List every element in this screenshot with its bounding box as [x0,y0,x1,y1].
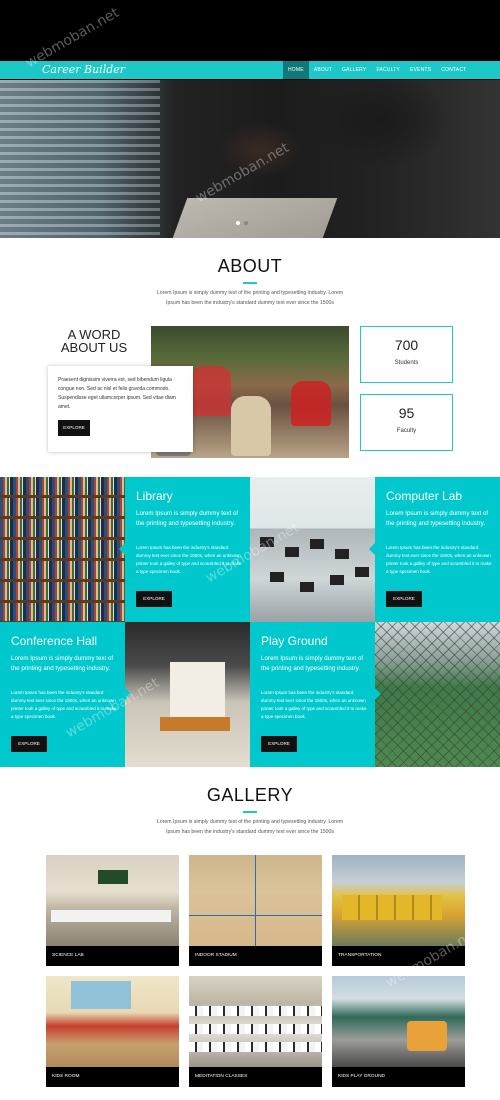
meditation-classes-image [189,976,322,1067]
indoor-stadium-image [189,855,322,946]
play-ground-title: Play Ground [261,634,328,648]
about-title: ABOUT [217,256,283,276]
library-explore-button[interactable]: EXPLORE [136,591,172,607]
library-image [0,477,125,622]
nav-home[interactable]: HOME [283,61,309,79]
science-lab-image [46,855,179,946]
library-body: Lorem Ipsum has been the industry's stan… [136,545,242,574]
gallery-caption: KIDS PLAY GROUND [332,1067,465,1087]
slider-dot-2[interactable] [244,221,248,225]
computer-lab-explore-button[interactable]: EXPLORE [386,591,422,607]
gallery-description: Lorem Ipsum is simply dummy text of the … [156,819,344,835]
gallery-caption: SCIENCE LAB [46,946,179,966]
conference-hall-lead: Lorem Ipsum is simply dummy text of the … [11,655,114,672]
computer-lab-card: Computer Lab Lorem Ipsum is simply dummy… [375,477,500,622]
kids-room-image [46,976,179,1067]
gallery-item-kids-room[interactable]: KIDS ROOM [46,976,179,1087]
brand-logo[interactable]: Career Builder [42,62,125,78]
computer-lab-arrow [369,543,375,555]
gallery-item-science-lab[interactable]: SCIENCE LAB [46,855,179,966]
word-about-us-title: A WORD ABOUT US [60,327,128,355]
nav-contact[interactable]: CONTACT [436,61,471,79]
play-ground-image [375,622,500,767]
about-explore-button[interactable]: EXPLORE [58,420,90,436]
stat-students-label: Students [394,360,419,366]
stat-faculty-label: Faculty [396,428,417,434]
computer-lab-title: Computer Lab [386,489,463,503]
stat-students: 700 Students [360,326,453,383]
gallery-item-meditation-classes[interactable]: MEDITATION CLASSES [189,976,322,1087]
conference-hall-explore-button[interactable]: EXPLORE [11,736,47,752]
conference-hall-body: Lorem Ipsum has been the industry's stan… [11,690,117,719]
hero-window-blinds [0,80,160,238]
gallery-caption: INDOOR STADIUM [189,946,322,966]
play-ground-card: Play Ground Lorem Ipsum is simply dummy … [250,622,375,767]
hero-banner [0,0,500,238]
gallery-title: GALLERY [206,785,294,805]
gallery-title-rule [243,811,257,813]
gallery-item-indoor-stadium[interactable]: INDOOR STADIUM [189,855,322,966]
stat-faculty: 95 Faculty [360,394,453,451]
conference-hall-arrow [125,688,131,700]
conference-hall-title: Conference Hall [11,634,98,648]
library-card: Library Lorem Ipsum is simply dummy text… [125,477,250,622]
stat-students-number: 700 [394,337,419,353]
computer-lab-image [250,477,375,622]
gallery-caption: MEDITATION CLASSES [189,1067,322,1087]
about-description: Lorem Ipsum is simply dummy text of the … [156,290,344,306]
slider-dot-1[interactable] [236,221,240,225]
computer-lab-body: Lorem Ipsum has been the industry's stan… [386,545,492,574]
nav-gallery[interactable]: GALLERY [337,61,371,79]
conference-hall-card: Conference Hall Lorem Ipsum is simply du… [0,622,125,767]
nav-about[interactable]: ABOUT [309,61,337,79]
gallery-caption: TRANSPORTATION [332,946,465,966]
play-ground-lead: Lorem Ipsum is simply dummy text of the … [261,655,364,672]
play-ground-arrow [375,688,381,700]
main-nav: HOME ABOUT GALLERY FACULTY EVENTS CONTAC… [283,61,471,79]
stat-faculty-number: 95 [398,405,415,421]
conference-hall-image [125,622,250,767]
computer-lab-lead: Lorem Ipsum is simply dummy text of the … [386,510,489,527]
kids-play-ground-image [332,976,465,1067]
gallery-item-transportation[interactable]: TRANSPORTATION [332,855,465,966]
nav-faculty[interactable]: FACULTY [371,61,405,79]
library-title: Library [136,489,173,503]
nav-events[interactable]: EVENTS [405,61,436,79]
about-title-rule [243,282,257,284]
library-arrow [119,543,125,555]
play-ground-explore-button[interactable]: EXPLORE [261,736,297,752]
gallery-item-kids-play-ground[interactable]: KIDS PLAY GROUND [332,976,465,1087]
library-lead: Lorem Ipsum is simply dummy text of the … [136,510,239,527]
word-about-us-text: Praesent dignissim viverra est, sed bibe… [58,377,176,410]
word-about-us-box: Praesent dignissim viverra est, sed bibe… [48,366,193,452]
play-ground-body: Lorem Ipsum has been the industry's stan… [261,690,367,719]
gallery-caption: KIDS ROOM [46,1067,179,1087]
transportation-image [332,855,465,946]
slider-dots [236,221,248,225]
hero-book [172,198,338,238]
